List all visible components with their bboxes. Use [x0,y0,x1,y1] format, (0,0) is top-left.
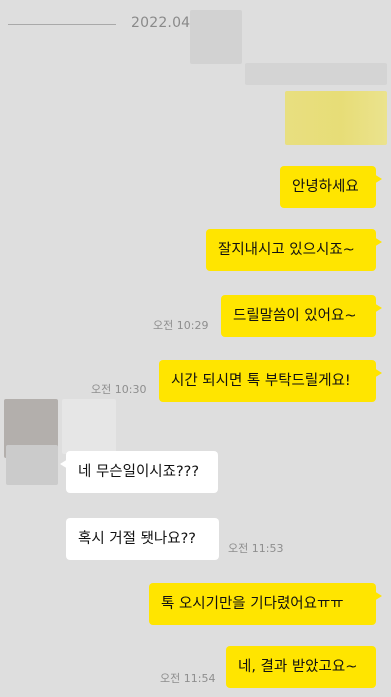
sender-name [62,399,116,454]
message-bubble-sent[interactable]: 톡 오시기만을 기다렸어요ㅠㅠ [149,583,382,625]
message-text: 혹시 거절 됏나요?? [78,531,196,547]
message-bubble-received[interactable]: 혹시 거절 됏나요?? [66,518,219,560]
message-bubble-sent[interactable]: 드릴말씀이 있어요~ [221,295,382,337]
message-text: 시간 되시면 톡 부탁드릴게요! [171,373,351,389]
message-timestamp: 오전 11:54 [160,672,216,685]
message-bubble-sent[interactable]: 안녕하세요 [280,166,382,208]
message-timestamp: 오전 10:30 [91,383,147,396]
date-divider-label: 2022.04. [131,15,195,31]
message-text: 드릴말씀이 있어요~ [233,308,357,324]
message-bubble-sent[interactable]: 시간 되시면 톡 부탁드릴게요! [159,360,382,402]
sender-avatar [6,445,58,485]
message-text: 안녕하세요 [292,179,359,195]
message-timestamp: 오전 10:29 [153,319,209,332]
message-text: 네 무슨일이시죠??? [78,464,200,480]
redacted-block [190,10,242,64]
message-bubble-sent[interactable]: 잘지내시고 있으시죠~ [206,229,382,271]
message-bubble-sent[interactable]: 네, 결과 받았고요~ [226,646,376,688]
message-text: 네, 결과 받았고요~ [238,659,358,675]
message-timestamp: 오전 11:53 [228,542,284,555]
message-text: 잘지내시고 있으시죠~ [218,242,355,258]
date-divider-line [8,24,116,25]
message-bubble-received[interactable]: 네 무슨일이시죠??? [60,451,218,493]
message-text: 톡 오시기만을 기다렸어요ㅠㅠ [161,596,344,612]
redacted-block [245,63,387,85]
redacted-image [285,91,387,145]
